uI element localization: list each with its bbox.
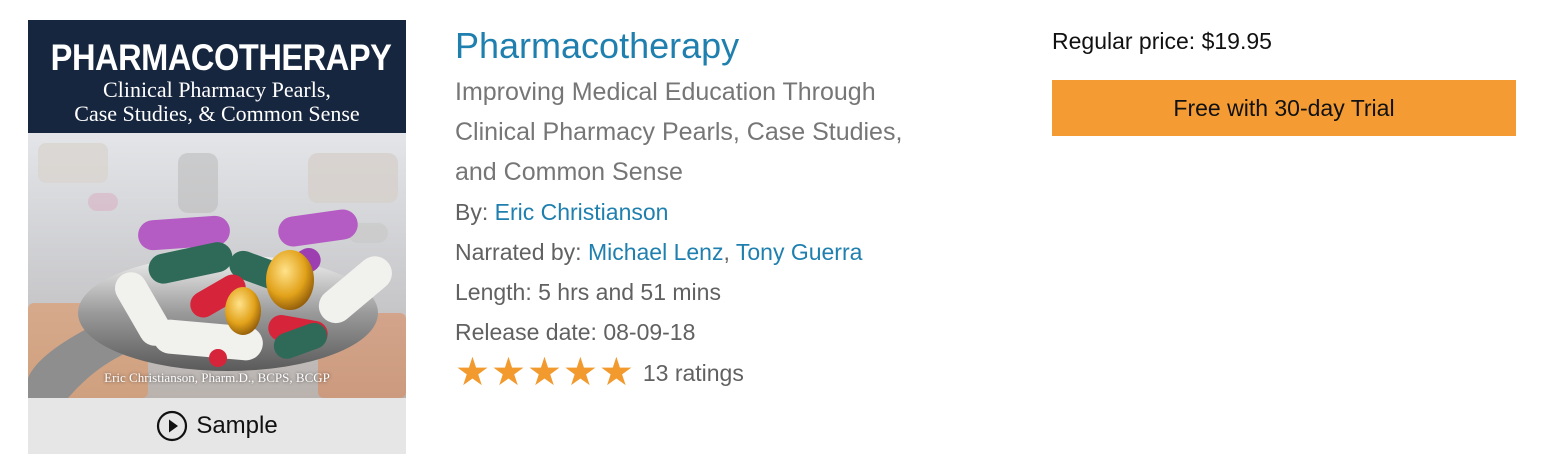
cover-subtitle-line-1: Clinical Pharmacy Pearls, bbox=[103, 77, 331, 102]
release-date-line: Release date: 08-09-18 bbox=[455, 319, 696, 345]
cover-header: PHARMACOTHERAPY Clinical Pharmacy Pearls… bbox=[28, 20, 406, 133]
narrator-link-michael-lenz[interactable]: Michael Lenz bbox=[588, 239, 724, 265]
star-icon: ★ bbox=[455, 350, 490, 395]
purchase-column: Regular price: $19.95 Free with 30-day T… bbox=[1052, 24, 1516, 136]
pills-spoon-illustration bbox=[28, 133, 406, 398]
sample-label: Sample bbox=[196, 412, 278, 439]
cover-author-credit: Eric Christianson, Pharm.D., BCPS, BCGP bbox=[104, 370, 330, 385]
sample-button[interactable]: Sample bbox=[28, 398, 406, 454]
author-line: By: Eric Christianson bbox=[455, 192, 1015, 232]
author-link[interactable]: Eric Christianson bbox=[495, 199, 669, 225]
star-icon: ★ bbox=[598, 350, 634, 395]
narrator-separator: , bbox=[723, 239, 736, 265]
star-icon: ★ bbox=[490, 350, 526, 395]
narrator-link-tony-guerra[interactable]: Tony Guerra bbox=[736, 239, 863, 265]
narrators-prefix: Narrated by: bbox=[455, 239, 588, 265]
star-icon: ★ bbox=[526, 350, 562, 395]
rating-count: 13 ratings bbox=[642, 359, 744, 386]
star-icon: ★ bbox=[562, 350, 598, 395]
book-subtitle: Improving Medical Education Through Clin… bbox=[455, 78, 903, 186]
regular-price: Regular price: $19.95 bbox=[1052, 28, 1272, 54]
book-title-link[interactable]: Pharmacotherapy bbox=[455, 24, 1015, 68]
book-info: Pharmacotherapy Improving Medical Educat… bbox=[455, 24, 1015, 394]
free-trial-button[interactable]: Free with 30-day Trial bbox=[1052, 80, 1516, 136]
cover-column: PHARMACOTHERAPY Clinical Pharmacy Pearls… bbox=[28, 20, 406, 454]
cover-title: PHARMACOTHERAPY bbox=[50, 37, 392, 78]
cover-image[interactable]: PHARMACOTHERAPY Clinical Pharmacy Pearls… bbox=[28, 20, 406, 398]
product-listing: PHARMACOTHERAPY Clinical Pharmacy Pearls… bbox=[0, 0, 1552, 476]
play-circle-icon bbox=[157, 410, 188, 442]
narrators-line: Narrated by: Michael Lenz, Tony Guerra bbox=[455, 232, 1015, 272]
author-prefix: By: bbox=[455, 199, 495, 225]
length-line: Length: 5 hrs and 51 mins bbox=[455, 279, 721, 305]
star-rating[interactable]: ★ ★ ★ ★ ★ 13 ratings bbox=[455, 352, 1015, 394]
cover-subtitle-line-2: Case Studies, & Common Sense bbox=[74, 101, 360, 126]
